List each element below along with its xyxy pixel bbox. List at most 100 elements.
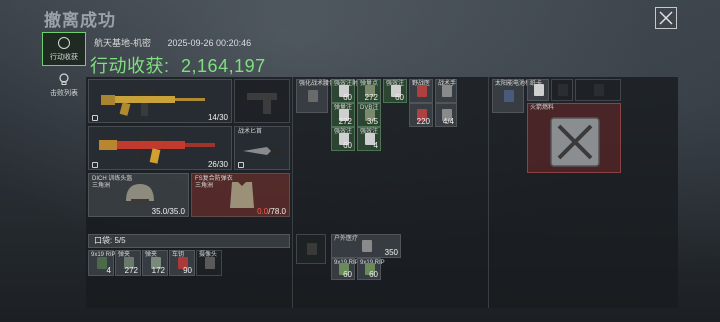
loot-empty-slot[interactable] xyxy=(551,79,573,101)
secondary-weapon-slot[interactable]: 26/30 xyxy=(88,126,232,170)
pocket-item[interactable]: 9x19 RIP 4 xyxy=(88,250,116,276)
fuel-canister-icon xyxy=(550,117,600,167)
helmet-sub: 三角洲 xyxy=(92,183,111,189)
item-count: 220 xyxy=(416,117,430,126)
primary-weapon-slot[interactable]: 14/30 xyxy=(88,79,232,123)
rig-item[interactable]: DVB注 3/5 xyxy=(357,103,381,127)
lock-icon xyxy=(92,162,98,168)
tab-action-gains[interactable]: 行动收获 xyxy=(42,32,86,66)
page-title: 撤离成功 xyxy=(44,11,116,30)
income-label: 行动收获: xyxy=(90,56,170,76)
rig-item[interactable]: 强化战术腰包 xyxy=(296,79,335,113)
item-count: 60 xyxy=(395,93,404,102)
close-button[interactable] xyxy=(655,7,677,29)
rig-item[interactable]: 强效注射 60 xyxy=(331,79,358,103)
item-count: 4/4 xyxy=(442,117,454,126)
item-count: 272 xyxy=(124,266,138,275)
armor-sub: 三角洲 xyxy=(195,183,214,189)
helmet-slot[interactable]: DICH 训练头盔 三角洲 35.0/35.0 xyxy=(88,173,189,217)
medical-icon xyxy=(417,85,427,97)
backpack-item[interactable]: 9x19 RIP60 xyxy=(357,258,385,280)
ammo-icon xyxy=(205,257,215,269)
pocket-item[interactable]: 摄像头 xyxy=(196,250,222,276)
item-count: 4 xyxy=(106,266,111,275)
rig-item[interactable]: 弹量注 272 xyxy=(331,103,355,127)
armor-vest-icon xyxy=(230,182,254,208)
medical-icon xyxy=(442,85,452,97)
armor-slot[interactable]: FS复合防弹衣 三角洲 0.0/78.0 xyxy=(191,173,290,217)
backpack-item[interactable] xyxy=(296,234,326,264)
melee-name: 战术匕首 xyxy=(238,129,263,135)
rig-item[interactable]: 弹量点 272 xyxy=(357,79,381,103)
item-count: 3/5 xyxy=(366,117,378,126)
loot-item-rocket-fuel[interactable]: 火箭燃料 xyxy=(527,103,621,173)
armor-durability-current: 0.0 xyxy=(257,207,269,216)
medkit-icon xyxy=(362,240,372,252)
loot-item[interactable]: 太阳能电池板 xyxy=(492,79,531,113)
income-value: 2,164,197 xyxy=(181,56,266,76)
item-name: 火箭燃料 xyxy=(530,105,555,111)
tab-label: 行动收获 xyxy=(50,53,78,61)
rig-item[interactable]: 强效注 60 xyxy=(383,79,407,103)
lock-icon xyxy=(238,162,244,168)
item-count: 4 xyxy=(373,141,378,150)
item-name: 户外医疗 xyxy=(334,236,359,242)
armor-durability: 0.0/78.0 xyxy=(257,207,286,216)
raid-info: 航天基地-机密 2025-09-26 00:20:46 xyxy=(94,36,265,49)
ammo-icon xyxy=(97,257,107,269)
column-divider xyxy=(488,77,489,308)
skull-icon xyxy=(59,72,69,85)
target-icon xyxy=(58,36,70,49)
map-name: 航天基地-机密 xyxy=(94,38,151,48)
pockets-header: 口袋: 5/5 xyxy=(88,234,290,248)
raid-datetime: 2025-09-26 00:20:46 xyxy=(167,38,252,48)
rig-item[interactable]: 强效注 4 xyxy=(357,127,381,151)
rig-item[interactable]: 野战医 xyxy=(409,79,433,103)
item-count: 60 xyxy=(343,141,352,150)
helmet-durability: 35.0/35.0 xyxy=(151,207,185,216)
pistol-icon xyxy=(247,93,277,114)
pocket-item[interactable]: 弹夹 272 xyxy=(115,250,141,276)
melee-slot[interactable]: 战术匕首 xyxy=(234,126,290,170)
rig-item[interactable]: 强效注 60 xyxy=(331,127,355,151)
ammo-count: 14/30 xyxy=(207,113,228,122)
card-icon xyxy=(534,84,544,96)
helmet-icon xyxy=(126,184,154,205)
loot-empty-slot[interactable] xyxy=(575,79,621,101)
item-count: 272 xyxy=(338,117,352,126)
item-name: 太阳能电池板 xyxy=(495,81,532,87)
rig-item[interactable]: 220 xyxy=(409,103,433,127)
lock-icon xyxy=(92,115,98,121)
item-count: 60 xyxy=(343,270,352,279)
item-count: 60 xyxy=(369,270,378,279)
backpack-item[interactable]: 9x19 RIP60 xyxy=(331,258,359,280)
rig-item[interactable]: 4/4 xyxy=(435,103,457,127)
slot-icon xyxy=(594,84,604,96)
item-count: 350 xyxy=(384,248,398,257)
item-count: 172 xyxy=(151,266,165,275)
rig-item[interactable]: 战术手 xyxy=(435,79,457,103)
item-count: 272 xyxy=(364,93,378,102)
item-count: 60 xyxy=(343,93,352,102)
case-icon xyxy=(307,243,317,255)
backpack-item[interactable]: 户外医疗 350 xyxy=(331,234,401,258)
rifle-red-icon xyxy=(99,135,215,164)
armor-durability-max: /78.0 xyxy=(268,207,286,216)
rifle-gold-icon xyxy=(101,90,205,116)
slot-icon xyxy=(558,84,568,96)
column-divider xyxy=(292,77,293,308)
income-total: 行动收获: 2,164,197 xyxy=(90,52,266,78)
solar-panel-icon xyxy=(504,90,514,102)
item-count: 90 xyxy=(183,266,192,275)
ammo-count: 26/30 xyxy=(207,160,228,169)
knife-icon xyxy=(243,147,283,155)
tab-label: 击败列表 xyxy=(50,89,78,97)
item-name: 强化战术腰包 xyxy=(299,81,336,87)
pocket-item[interactable]: 弹夹 172 xyxy=(142,250,168,276)
close-icon xyxy=(659,11,673,25)
pocket-item[interactable]: 车钥 90 xyxy=(169,250,195,276)
tab-kill-list[interactable]: 击败列表 xyxy=(42,68,86,102)
holster-slot[interactable] xyxy=(234,79,290,123)
medical-icon xyxy=(308,90,318,102)
loot-item[interactable]: 纸卡 xyxy=(527,79,549,101)
